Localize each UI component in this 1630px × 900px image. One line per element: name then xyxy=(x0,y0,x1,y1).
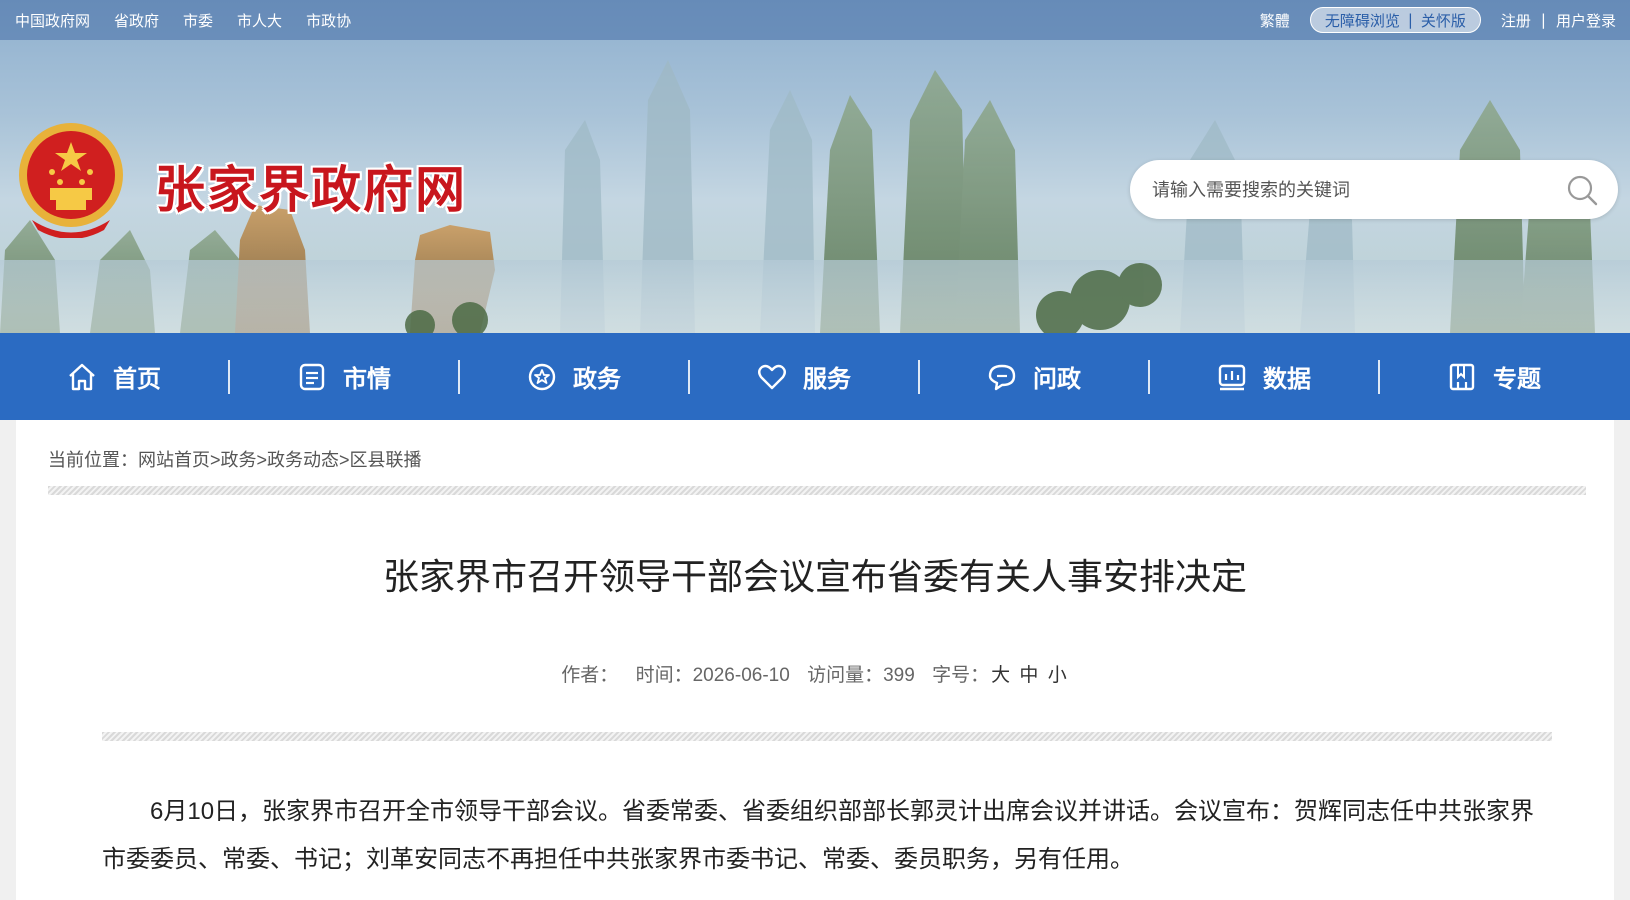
top-bar: 中国政府网 省政府 市委 市人大 市政协 繁體 无障碍浏览 | 关怀版 注册 |… xyxy=(0,0,1630,40)
main-nav: 首页 市情 政务 服务 问政 数据 专题 xyxy=(0,333,1630,420)
nav-topics[interactable]: 专题 xyxy=(1380,333,1608,420)
home-icon xyxy=(69,363,95,390)
nav-home-label: 首页 xyxy=(113,365,161,393)
national-emblem-logo xyxy=(19,123,123,238)
views-value: 399 xyxy=(883,665,915,686)
time-value: 2026-06-10 xyxy=(692,665,790,686)
breadcrumb-separator: > xyxy=(210,450,221,470)
nav-data-label: 数据 xyxy=(1263,365,1311,393)
top-links: 中国政府网 省政府 市委 市人大 市政协 xyxy=(15,0,375,40)
pill-divider: | xyxy=(1407,11,1413,29)
document-icon xyxy=(299,363,325,390)
breadcrumb-county-news[interactable]: 区县联播 xyxy=(350,450,422,470)
chart-icon xyxy=(1218,364,1246,390)
nav-inquiry[interactable]: 问政 xyxy=(920,333,1148,420)
traditional-chinese-link[interactable]: 繁體 xyxy=(1260,10,1290,31)
view-count: 访问量：399 xyxy=(807,665,915,686)
publish-time: 时间：2026-06-10 xyxy=(636,665,790,686)
breadcrumb-news[interactable]: 政务动态 xyxy=(267,450,339,470)
breadcrumb: 当前位置：网站首页>政务>政务动态>区县联播 xyxy=(48,446,422,472)
nav-city-info-label: 市情 xyxy=(343,365,391,393)
register-link[interactable]: 注册 xyxy=(1501,10,1531,31)
search-box xyxy=(1130,160,1618,219)
font-size-large[interactable]: 大 xyxy=(991,665,1010,686)
article-container: 当前位置：网站首页>政务>政务动态>区县联播 张家界市召开领导干部会议宣布省委有… xyxy=(16,420,1614,900)
search-input[interactable] xyxy=(1150,174,1554,206)
link-city-cppcc[interactable]: 市政协 xyxy=(306,10,351,31)
article-title: 张家界市召开领导干部会议宣布省委有关人事安排决定 xyxy=(382,556,1247,597)
link-central-gov[interactable]: 中国政府网 xyxy=(15,10,90,31)
article-meta: 作者： 时间：2026-06-10 访问量：399 字号：大 中 小 xyxy=(16,660,1614,687)
time-label: 时间： xyxy=(635,665,693,686)
author-label: 作者： xyxy=(561,665,619,686)
nav-topics-label: 专题 xyxy=(1493,365,1541,393)
accessibility-toggle: 无障碍浏览 | 关怀版 xyxy=(1309,7,1481,33)
top-divider: | xyxy=(1540,11,1546,29)
breadcrumb-separator: > xyxy=(256,450,268,470)
care-mode-link[interactable]: 关怀版 xyxy=(1421,10,1466,31)
breadcrumb-home[interactable]: 网站首页 xyxy=(138,450,210,470)
fontsize-label: 字号： xyxy=(932,665,990,686)
link-city-committee[interactable]: 市委 xyxy=(183,10,213,31)
nav-data[interactable]: 数据 xyxy=(1150,333,1378,420)
nav-inquiry-label: 问政 xyxy=(1033,365,1081,393)
badge-icon xyxy=(528,363,556,390)
font-size-small[interactable]: 小 xyxy=(1048,665,1067,686)
header-banner: 中国政府网 省政府 市委 市人大 市政协 繁體 无障碍浏览 | 关怀版 注册 |… xyxy=(0,0,1630,333)
nav-government-affairs-label: 政务 xyxy=(573,365,621,393)
nav-city-info[interactable]: 市情 xyxy=(230,333,458,420)
link-city-congress[interactable]: 市人大 xyxy=(237,10,282,31)
nav-services-label: 服务 xyxy=(803,365,851,393)
nav-government-affairs[interactable]: 政务 xyxy=(460,333,688,420)
site-title: 张家界政府网 xyxy=(155,160,467,219)
chat-icon xyxy=(988,364,1016,390)
breadcrumb-prefix: 当前位置： xyxy=(48,450,138,470)
nav-home[interactable]: 首页 xyxy=(0,333,228,420)
meta-divider xyxy=(102,732,1552,741)
link-province-gov[interactable]: 省政府 xyxy=(114,10,159,31)
accessible-browse-link[interactable]: 无障碍浏览 xyxy=(1325,10,1400,31)
search-icon[interactable] xyxy=(1566,174,1598,206)
book-icon xyxy=(1449,363,1475,390)
heart-icon xyxy=(758,364,786,389)
article-body: 6月10日，张家界市召开全市领导干部会议。省委常委、省委组织部部长郭灵计出席会议… xyxy=(102,798,1535,873)
font-size-medium[interactable]: 中 xyxy=(1019,665,1038,686)
breadcrumb-affairs[interactable]: 政务 xyxy=(221,450,257,470)
views-label: 访问量： xyxy=(807,665,884,686)
font-size-control: 字号：大 中 小 xyxy=(932,665,1069,686)
nav-services[interactable]: 服务 xyxy=(690,333,918,420)
top-actions: 繁體 无障碍浏览 | 关怀版 注册 | 用户登录 xyxy=(1260,0,1616,40)
breadcrumb-divider xyxy=(48,486,1586,495)
login-link[interactable]: 用户登录 xyxy=(1556,10,1616,31)
breadcrumb-separator: > xyxy=(339,450,350,470)
